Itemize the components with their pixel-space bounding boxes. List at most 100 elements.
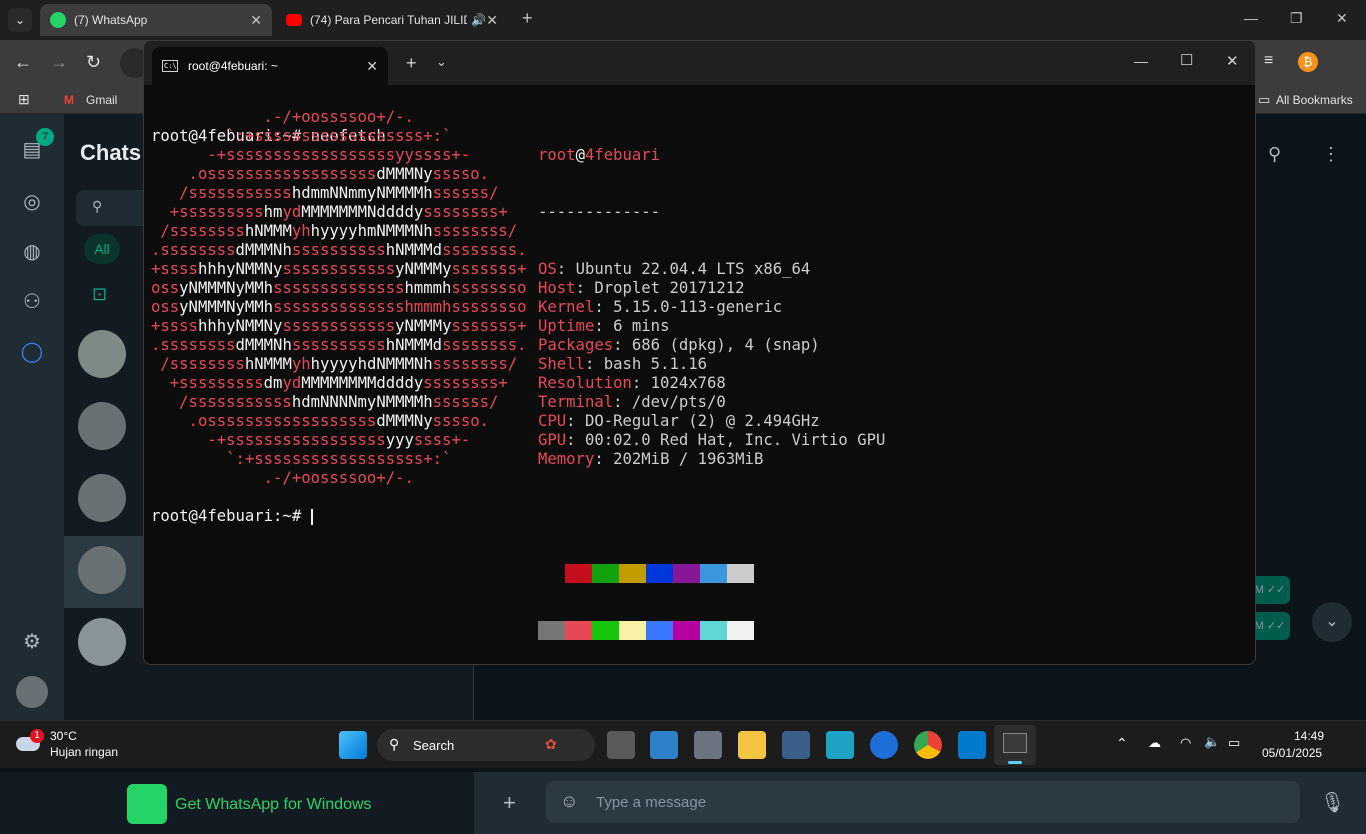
ascii-line: /sssssssshNMMMyhhyyyyhdNMMMNhssssssss/ (151, 355, 518, 373)
volume-icon[interactable]: 🔈 (1204, 734, 1220, 750)
attach-icon[interactable]: + (503, 790, 516, 816)
wifi-icon[interactable]: ◠ (1180, 735, 1191, 751)
chevron-up-icon[interactable]: ⌃ (1116, 735, 1128, 752)
emoji-icon[interactable]: ☺ (560, 791, 578, 812)
close-tab-icon[interactable]: ✕ (250, 12, 262, 29)
prompt: root@4febuari:~# (151, 507, 302, 525)
terminal-output[interactable]: root@4febuari:~# neofetch .-/+oossssoo+/… (151, 89, 885, 640)
clock-date[interactable]: 05/01/2025 (1262, 746, 1322, 760)
media-control-icon[interactable]: ≡ (1264, 52, 1273, 70)
info-value: bash 5.1.16 (603, 355, 708, 373)
back-icon[interactable]: ← (14, 52, 32, 73)
tab-youtube[interactable]: (74) Para Pencari Tuhan JILID 🔊 ✕ (276, 4, 508, 36)
ascii-line: +sssshhhyNMMNyssssssssssssyNMMMysssssss+ (151, 317, 527, 335)
communities-icon[interactable]: ⚇ (20, 290, 44, 314)
dropdown-icon[interactable]: ⌄ (436, 54, 447, 70)
search-box[interactable]: ⚲ Search ✿ (377, 729, 595, 761)
maximize-icon[interactable]: ☐ (1180, 51, 1193, 69)
chat-avatar[interactable] (78, 330, 126, 378)
info-label: CPU (538, 412, 567, 430)
palette-row-bottom (538, 621, 885, 640)
color-swatch (727, 564, 754, 583)
start-icon[interactable] (339, 731, 367, 759)
close-tab-icon[interactable]: ✕ (366, 58, 378, 75)
vscode-icon[interactable] (958, 731, 986, 759)
weather-desc[interactable]: Hujan ringan (50, 745, 118, 759)
tab-search-button[interactable]: ⌄ (8, 8, 32, 32)
close-tab-icon[interactable]: ✕ (486, 12, 498, 29)
forward-icon[interactable]: → (50, 52, 68, 73)
new-tab-button[interactable]: + (522, 8, 533, 29)
menu-icon[interactable]: ⋮ (1322, 144, 1340, 165)
archived-icon[interactable]: ⊡ (92, 284, 107, 305)
profile-avatar[interactable] (16, 676, 48, 708)
tab-whatsapp[interactable]: (7) WhatsApp ✕ (40, 4, 272, 36)
virtualbox-icon[interactable] (782, 731, 810, 759)
bookmark-gmail[interactable]: Gmail (86, 93, 117, 107)
restore-icon[interactable]: ❐ (1290, 10, 1303, 27)
color-swatch (673, 621, 700, 640)
info-value: 00:02.0 Red Hat, Inc. Virtio GPU (584, 431, 886, 449)
apps-grid-icon[interactable]: ⊞ (18, 91, 30, 108)
group-avatar[interactable] (78, 402, 126, 450)
minimize-icon[interactable]: — (1134, 53, 1148, 69)
chat-avatar[interactable] (78, 618, 126, 666)
settings-icon[interactable]: ⚙ (20, 630, 44, 654)
battery-icon[interactable]: ▭ (1228, 735, 1240, 751)
weather-icon[interactable]: 1 (16, 729, 44, 755)
info-value: 1024x768 (650, 374, 726, 392)
clock-time[interactable]: 14:49 (1294, 729, 1324, 743)
task-view-icon[interactable] (607, 731, 635, 759)
ascii-line: ossyNMMMNyMMhsssssssssssssshmmmhssssssso (151, 279, 527, 297)
scroll-down-button[interactable]: ⌄ (1312, 602, 1352, 642)
info-label: Shell (538, 355, 585, 373)
file-explorer-icon[interactable] (738, 731, 766, 759)
status-icon[interactable]: ◎ (20, 190, 44, 214)
ascii-line: /ssssssssssshdmNNNNmyNMMMMhssssss/ (151, 393, 499, 411)
channels-icon[interactable]: ◍ (20, 240, 44, 264)
ascii-line: .ossssssssssssssssssdMMMNysssso. (151, 412, 490, 430)
message-input[interactable]: ☺ Type a message (546, 781, 1300, 823)
tab-label: (74) Para Pencari Tuhan JILID (310, 13, 468, 27)
info-row: Host: Droplet 20171212 (538, 279, 745, 297)
palette-row-top (538, 564, 885, 583)
terminal-tab[interactable]: C:\ root@4febuari: ~ ✕ (152, 47, 388, 85)
taskbar: 1 30°C Hujan ringan ⚲ Search ✿ ⌃ ☁ ◠ 🔈 ▭… (0, 720, 1366, 768)
search-messages-icon[interactable]: ⚲ (1268, 144, 1281, 165)
info-label: GPU (538, 431, 567, 449)
browser-app-icon[interactable] (870, 731, 898, 759)
microphone-icon[interactable]: 🎙 (1320, 790, 1345, 815)
color-swatch (673, 564, 700, 583)
filter-all-chip[interactable]: All (84, 234, 120, 264)
browser-tabstrip: ⌄ (7) WhatsApp ✕ (74) Para Pencari Tuhan… (0, 0, 1366, 40)
get-app-banner[interactable]: Get WhatsApp for Windows (0, 772, 474, 834)
bitcoin-extension-icon[interactable]: ₿ (1298, 52, 1318, 72)
new-tab-button[interactable]: + (406, 53, 417, 74)
color-swatch (619, 621, 646, 640)
whatsapp-logo-icon (127, 784, 167, 824)
chrome-icon[interactable] (914, 731, 942, 759)
contact-avatar[interactable] (78, 546, 126, 594)
color-swatch (727, 621, 754, 640)
hostname: 4febuari (584, 146, 661, 164)
bolt-app-icon[interactable] (826, 731, 854, 759)
meta-ai-icon[interactable]: ◯ (20, 340, 44, 364)
info-label: Host (538, 279, 576, 297)
control-panel-icon[interactable] (650, 731, 678, 759)
ascii-line: `:+ssssssssssssssssss+:` (151, 127, 452, 145)
group-avatar[interactable] (78, 474, 126, 522)
weather-temp[interactable]: 30°C (50, 729, 77, 743)
network-app-icon[interactable] (694, 731, 722, 759)
reload-icon[interactable]: ↻ (86, 52, 101, 73)
all-bookmarks[interactable]: All Bookmarks (1276, 93, 1353, 107)
close-icon[interactable]: ✕ (1336, 10, 1348, 27)
close-icon[interactable]: ✕ (1226, 52, 1239, 70)
onedrive-icon[interactable]: ☁ (1148, 735, 1161, 751)
info-value: 5.15.0-113-generic (613, 298, 783, 316)
terminal-taskbar-button[interactable] (994, 725, 1036, 765)
info-row: GPU: 00:02.0 Red Hat, Inc. Virtio GPU (538, 431, 886, 449)
search-icon: ⚲ (389, 736, 400, 752)
ascii-line: +sssshhhyNMMNyssssssssssssyNMMMysssssss+ (151, 260, 527, 278)
minimize-icon[interactable]: — (1244, 10, 1258, 26)
info-value: Ubuntu 22.04.4 LTS x86_64 (575, 260, 811, 278)
